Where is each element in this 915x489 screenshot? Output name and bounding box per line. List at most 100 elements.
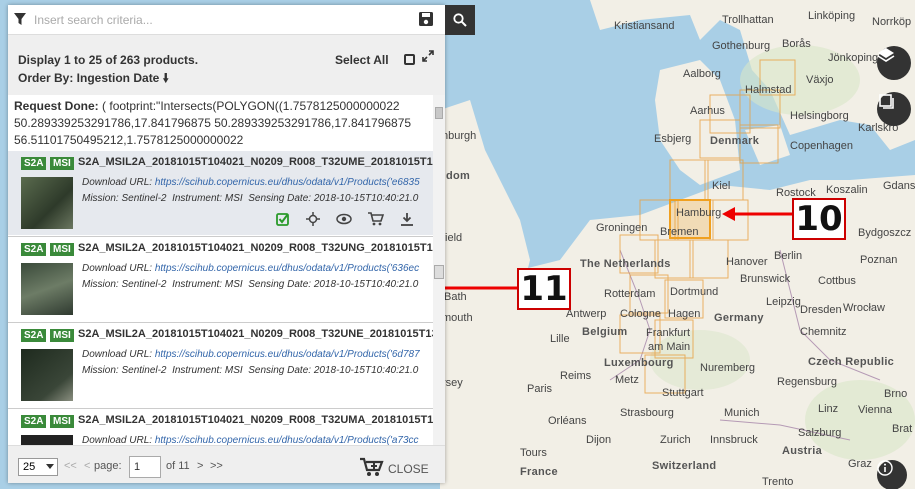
save-search-icon[interactable] <box>418 11 434 27</box>
map-label: Dijon <box>586 434 612 446</box>
instrument-badge: MSI <box>50 415 74 428</box>
search-input[interactable] <box>34 9 414 31</box>
mission-value: Sentinel-2 <box>121 193 167 204</box>
filter-icon[interactable] <box>14 13 26 26</box>
map-label: Linköping <box>808 10 856 22</box>
page-size-select[interactable]: 25 <box>18 458 58 476</box>
chevron-down-icon <box>46 464 54 469</box>
sensing-value: 2018-10-15T10:40:21.0 <box>313 193 419 204</box>
sort-down-icon: 🠛 <box>162 71 169 85</box>
map-label: Hagen <box>668 308 701 320</box>
product-thumbnail[interactable] <box>21 177 73 229</box>
product-item[interactable]: S2A MSI S2A_MSIL2A_20181015T104021_N0209… <box>8 409 433 445</box>
map-label: Belgium <box>582 326 628 338</box>
product-item[interactable]: S2A MSI S2A_MSIL2A_20181015T104021_N0209… <box>8 237 433 321</box>
eye-icon[interactable] <box>336 212 352 226</box>
download-url-label: Download URL: <box>82 177 153 188</box>
map-label: field <box>442 232 463 244</box>
map-label: Wrocław <box>843 302 885 314</box>
map-label: Strasbourg <box>620 407 674 419</box>
map-label: Chemnitz <box>800 326 847 338</box>
map-label: Gdans <box>883 180 915 192</box>
page-number-input[interactable]: 1 <box>129 456 161 478</box>
zoom-to-footprint-icon[interactable] <box>306 212 320 226</box>
map-label: Copenhagen <box>790 140 854 152</box>
map-label: The Netherlands <box>580 258 671 270</box>
map-label: Metz <box>615 374 639 386</box>
order-by-label[interactable]: Order By: Ingestion Date 🠛 <box>18 69 169 90</box>
product-thumbnail[interactable] <box>21 435 73 445</box>
map-label: Brno <box>884 388 908 400</box>
download-url: Download URL: https://scihub.copernicus.… <box>82 435 427 445</box>
expand-icon[interactable] <box>422 50 434 62</box>
product-thumbnail[interactable] <box>21 349 73 401</box>
product-list-panel: Display 1 to 25 of 263 products. Order B… <box>8 5 475 483</box>
download-url-link[interactable]: https://scihub.copernicus.eu/dhus/odata/… <box>155 435 419 445</box>
map-label: Aalborg <box>683 68 721 80</box>
product-name[interactable]: S2A_MSIL2A_20181015T104021_N0209_R008_T3… <box>78 414 433 426</box>
map-label: Stuttgart <box>662 387 704 399</box>
product-list: S2A MSI S2A_MSIL2A_20181015T104021_N0209… <box>8 151 433 445</box>
select-all-label[interactable]: Select All <box>335 53 389 67</box>
map-label: Vienna <box>858 404 893 416</box>
map-label: Rotterdam <box>604 288 656 300</box>
info-button[interactable] <box>877 460 907 489</box>
download-url-link[interactable]: https://scihub.copernicus.eu/dhus/odata/… <box>155 177 420 188</box>
map-label: Berlin <box>774 250 803 262</box>
request-label: Request Done: <box>14 99 99 113</box>
instrument-value: MSI <box>224 279 243 290</box>
map-label: am Main <box>648 341 691 353</box>
map-label: Munich <box>724 407 760 419</box>
next-page-button[interactable]: > <box>197 460 203 472</box>
first-page-button[interactable]: << <box>64 460 77 472</box>
download-url-link[interactable]: https://scihub.copernicus.eu/dhus/odata/… <box>155 263 419 274</box>
download-icon[interactable] <box>400 212 414 226</box>
map-label: Brat <box>892 423 913 435</box>
results-scrollbar[interactable] <box>433 95 445 445</box>
map-label: Hamburg <box>676 207 722 219</box>
select-all-checkbox[interactable] <box>404 54 415 65</box>
map-label: Luxembourg <box>604 357 674 369</box>
product-metadata: Mission: Sentinel-2 Instrument: MSI Sens… <box>82 279 427 290</box>
map-label: Nuremberg <box>700 362 756 374</box>
product-name[interactable]: S2A_MSIL2A_20181015T104021_N0209_R008_T3… <box>78 328 433 340</box>
product-item[interactable]: S2A MSI S2A_MSIL2A_20181015T104021_N0209… <box>8 323 433 407</box>
search-icon <box>453 13 467 27</box>
info-icon <box>877 460 893 476</box>
product-item[interactable]: S2A MSI S2A_MSIL2A_20181015T104021_N0209… <box>8 151 433 235</box>
sensing-value: 2018-10-15T10:40:21.0 <box>313 365 419 376</box>
download-url-label: Download URL: <box>82 349 153 360</box>
list-scroll-thumb[interactable] <box>434 265 444 279</box>
request-scroll-thumb[interactable] <box>435 107 443 119</box>
product-name[interactable]: S2A_MSIL2A_20181015T104021_N0209_R008_T3… <box>78 242 433 254</box>
mission-label: Mission: <box>82 193 119 204</box>
layers-button[interactable] <box>877 46 911 80</box>
map-label: Kristiansand <box>614 20 675 32</box>
download-url-label: Download URL: <box>82 263 153 274</box>
cart-icon[interactable] <box>360 457 384 477</box>
product-thumbnail[interactable] <box>21 263 73 315</box>
product-name[interactable]: S2A_MSIL2A_20181015T104021_N0209_R008_T3… <box>78 156 433 168</box>
pagination-bar: 25 << < page: 1 of 11 > >> CLOSE <box>8 445 445 483</box>
close-button[interactable]: CLOSE <box>388 462 429 476</box>
last-page-button[interactable]: >> <box>210 460 223 472</box>
mission-label: Mission: <box>82 279 119 290</box>
download-url: Download URL: https://scihub.copernicus.… <box>82 263 427 274</box>
map-label: Bremen <box>660 226 699 238</box>
map-label: Poznan <box>860 254 898 266</box>
map-label: Groningen <box>596 222 648 234</box>
download-url-link[interactable]: https://scihub.copernicus.eu/dhus/odata/… <box>155 349 420 360</box>
search-button[interactable] <box>445 5 475 35</box>
add-to-cart-icon[interactable] <box>368 212 384 226</box>
satellite-badge: S2A <box>21 329 47 342</box>
map-label: Esbjerg <box>654 133 692 145</box>
select-area-button[interactable] <box>877 92 911 126</box>
map-label: Lille <box>550 333 570 345</box>
page-label: page: <box>94 460 122 472</box>
instrument-badge: MSI <box>50 243 74 256</box>
check-icon[interactable] <box>276 212 290 226</box>
page-total: of 11 <box>166 460 190 472</box>
map-label: Brunswick <box>740 273 791 285</box>
prev-page-button[interactable]: < <box>84 460 90 472</box>
instrument-badge: MSI <box>50 329 74 342</box>
